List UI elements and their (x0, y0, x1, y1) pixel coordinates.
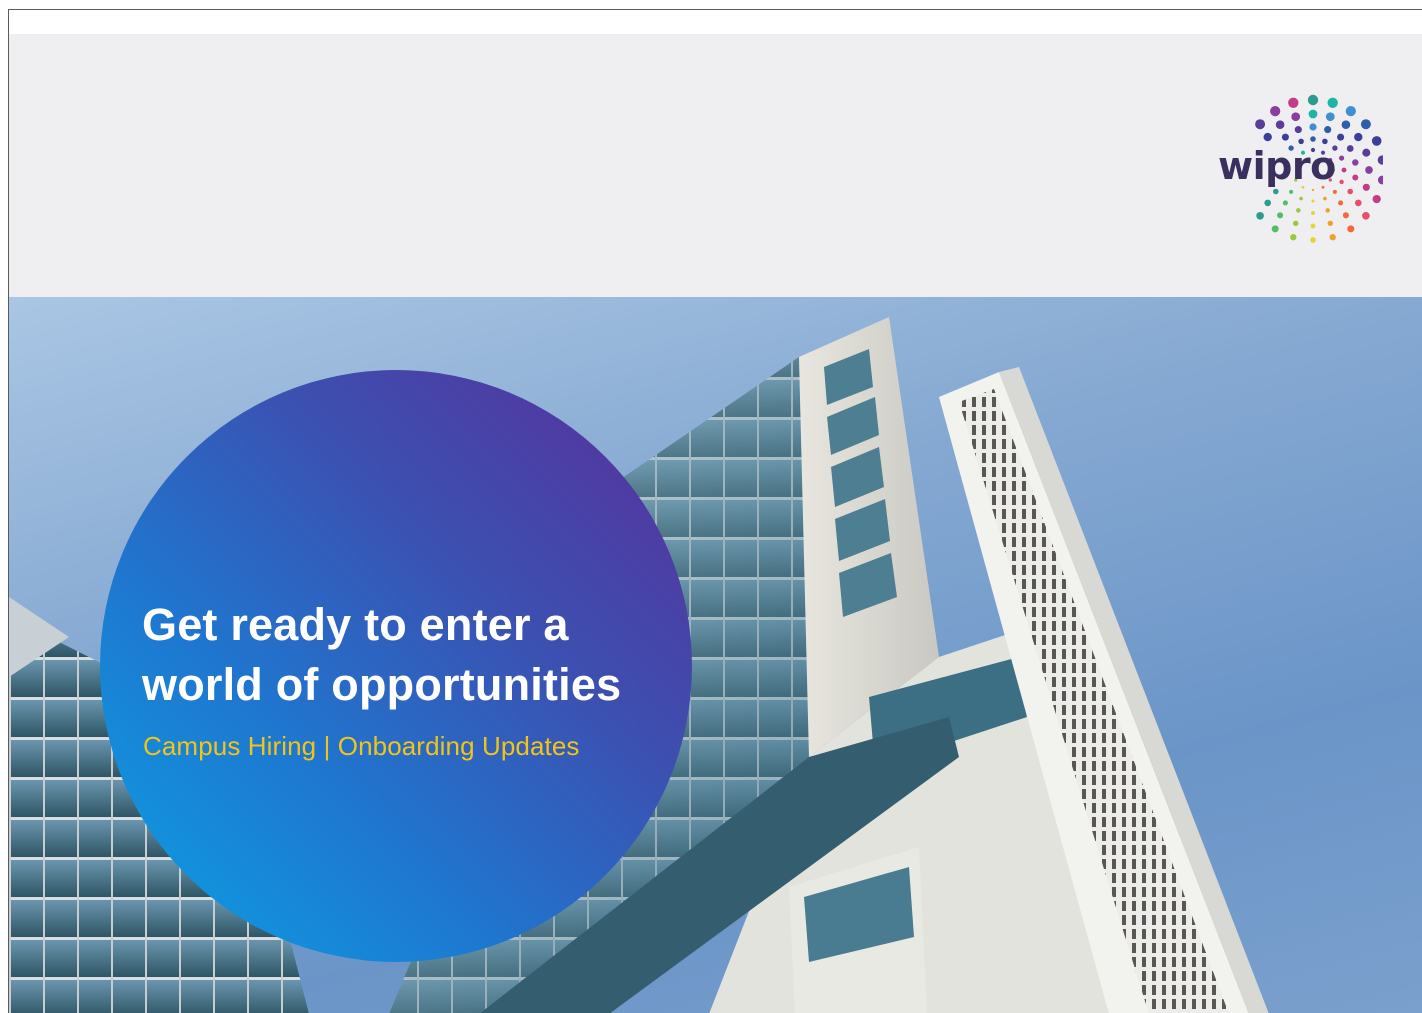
logo-dot (1327, 97, 1338, 108)
hero-subline: Campus Hiring | Onboarding Updates (143, 731, 580, 761)
logo-dot (1371, 136, 1382, 146)
logo-dot (1288, 97, 1299, 108)
logo-dot (1310, 223, 1316, 229)
logo-dot (1341, 120, 1351, 129)
logo-dot (1310, 237, 1316, 243)
logo-dot (1271, 225, 1279, 233)
logo-dot (1346, 145, 1354, 152)
logo-dot (1307, 94, 1319, 106)
logo-dot (1273, 188, 1279, 195)
logo-dot (1270, 105, 1281, 117)
wipro-logo: wipro (1213, 82, 1387, 252)
logo-dot (1310, 136, 1316, 142)
logo-dot (1311, 211, 1315, 215)
logo-dot (1342, 212, 1349, 219)
logo-dot (1311, 188, 1315, 192)
logo-dot (1372, 194, 1381, 204)
logo-dot (1289, 189, 1294, 194)
banner-frame: wipro Get ready to enter a world of oppo… (8, 9, 1422, 1013)
logo-dot (1263, 132, 1272, 142)
logo-dot (1275, 120, 1285, 129)
logo-dot (1352, 174, 1359, 181)
logo-dot (1292, 220, 1299, 227)
logo-dot (1325, 112, 1335, 122)
logo-dot (1299, 196, 1303, 201)
logo-dot (1354, 199, 1362, 207)
logo-dot (1277, 212, 1284, 219)
headline-line-1: Get ready to enter a (142, 599, 569, 650)
logo-dot (1341, 167, 1347, 173)
logo-dot (1347, 225, 1355, 233)
logo-wordmark: wipro (1218, 144, 1336, 188)
hero-headline: Get ready to enter a world of opportunit… (142, 595, 702, 715)
logo-dot (1339, 179, 1344, 185)
logo-dot (1347, 188, 1353, 195)
logo-dot (1323, 196, 1327, 201)
logo-dot (1377, 155, 1387, 165)
logo-dot (1338, 200, 1344, 206)
logo-dot (1291, 112, 1301, 122)
logo-dot (1337, 133, 1345, 141)
logo-dot (1311, 199, 1315, 203)
logo-dot (1327, 220, 1334, 227)
logo-dot (1255, 119, 1266, 130)
logo-dot (1264, 199, 1272, 207)
logo-dot (1308, 109, 1318, 119)
logo-dot (1256, 211, 1264, 220)
logo-dot (1360, 119, 1371, 130)
logo-dot (1362, 148, 1371, 157)
logo-dot (1281, 133, 1289, 141)
logo-dot (1290, 234, 1297, 241)
logo-dot (1294, 126, 1302, 134)
headline-line-2: world of opportunities (142, 659, 622, 710)
logo-dot (1324, 126, 1332, 134)
logo-dot (1339, 155, 1345, 161)
logo-dot (1296, 208, 1301, 213)
logo-dot (1329, 234, 1336, 241)
logo-dot (1362, 211, 1370, 220)
logo-dot (1282, 200, 1288, 206)
hero-section: Get ready to enter a world of opportunit… (9, 297, 1422, 1013)
logo-dot (1345, 105, 1356, 117)
logo-dot (1309, 123, 1317, 131)
logo-dot (1362, 183, 1370, 191)
logo-dot (1325, 208, 1330, 213)
logo-dot (1354, 132, 1363, 142)
logo-dot (1377, 175, 1387, 185)
logo-dot (1332, 189, 1337, 194)
banner-header: wipro (9, 34, 1422, 297)
logo-dot (1352, 159, 1359, 166)
logo-dot (1365, 166, 1373, 174)
